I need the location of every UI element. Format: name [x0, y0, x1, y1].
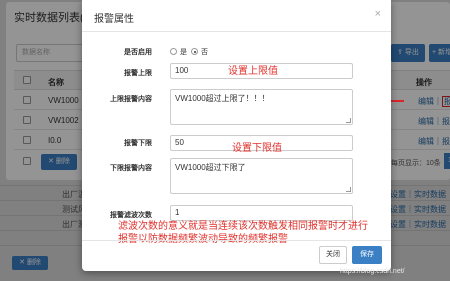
dialog-title: 报警属性	[94, 14, 134, 25]
upper-content-text: VW1000超过上限了！！！	[175, 94, 270, 103]
upper-limit-label: 报警上限	[124, 70, 152, 77]
upper-content-textarea[interactable]: VW1000超过上限了！！！	[170, 89, 353, 125]
filter-count-input[interactable]: 1	[170, 205, 353, 221]
close-button[interactable]: 关闭	[319, 246, 347, 264]
lower-content-label: 下限报警内容	[110, 165, 152, 172]
enable-label: 是否启用	[124, 49, 152, 56]
enable-no-label: 否	[201, 49, 208, 56]
lower-content-textarea[interactable]: VW1000超过下限了	[170, 158, 353, 194]
enable-yes-label: 是	[180, 49, 187, 56]
filter-count-label: 报警滤波次数	[110, 212, 152, 219]
set-upper-annotation: 设置上限值	[228, 66, 278, 77]
enable-yes-radio[interactable]	[170, 48, 177, 55]
close-icon[interactable]: ×	[375, 8, 381, 20]
resize-handle-icon[interactable]	[346, 187, 351, 192]
filter-annotation: 滤波次数的意义就是当连续该次数触发相同报警时才进行报警以防数据频繁波动导致的频繁…	[118, 221, 368, 245]
dialog-header: 报警属性 ×	[82, 0, 391, 32]
lower-content-text: VW1000超过下限了	[175, 163, 246, 172]
watermark: https://blog.csdn.net/	[340, 268, 405, 275]
upper-content-label: 上限报警内容	[110, 96, 152, 103]
set-lower-annotation: 设置下限值	[232, 143, 282, 154]
alarm-properties-dialog: 报警属性 × 是否启用 是 否 报警上限 100 设置上限值 上限报警内容 VW…	[82, 0, 391, 271]
resize-handle-icon[interactable]	[346, 118, 351, 123]
lower-limit-label: 报警下限	[124, 140, 152, 147]
save-button[interactable]: 保存	[352, 246, 382, 264]
dialog-footer-divider	[82, 240, 391, 241]
enable-no-radio[interactable]	[191, 48, 198, 55]
